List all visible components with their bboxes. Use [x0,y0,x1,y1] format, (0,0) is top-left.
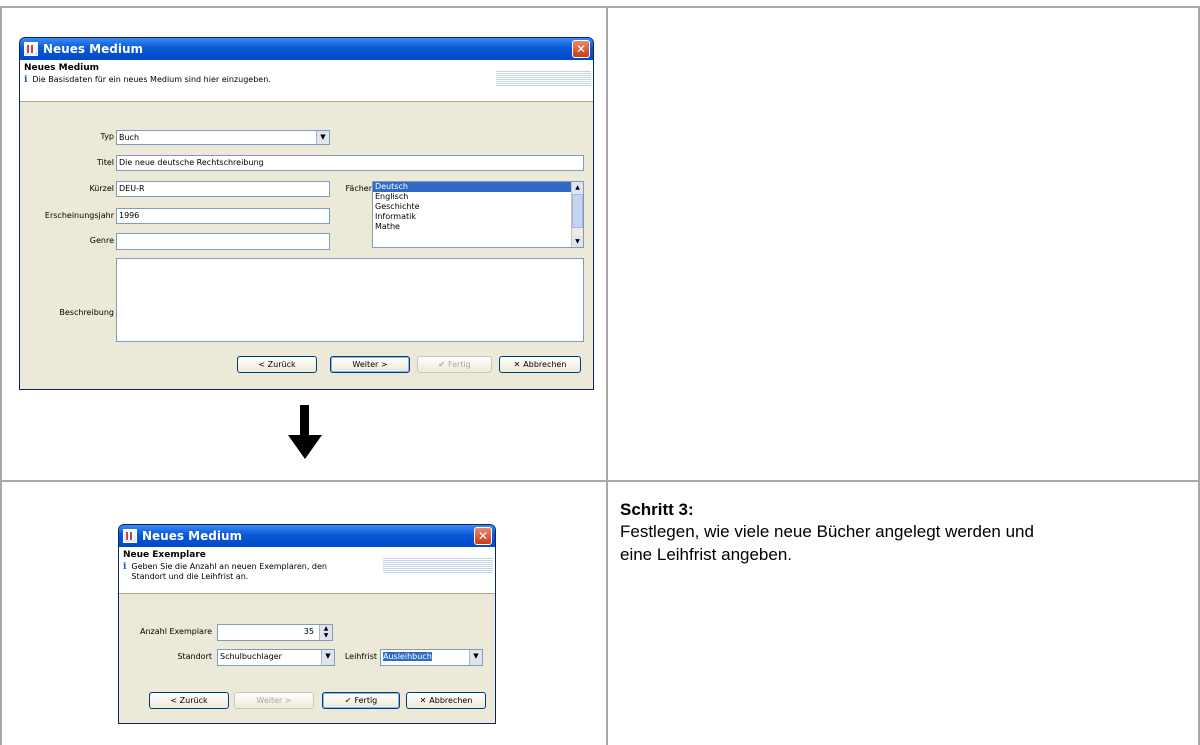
chevron-down-icon[interactable]: ▼ [316,131,329,144]
app-icon [123,529,137,543]
leihfrist-select[interactable]: Ausleihbuch ▼ [380,649,483,666]
dialog-titlebar: Neues Medium ✕ [119,525,495,547]
close-icon[interactable]: ✕ [474,527,492,545]
arrow-down-icon [288,405,322,459]
erscheinungsjahr-input[interactable]: 1996 [116,208,330,224]
info-icon: i [24,75,28,85]
faecher-list[interactable]: Deutsch Englisch Geschichte Informatik M… [372,181,584,248]
scroll-up-icon[interactable]: ▲ [572,182,583,193]
next-button[interactable]: Weiter > [330,356,410,373]
app-icon [24,42,38,56]
typ-select[interactable]: Buch ▼ [116,130,330,145]
header-description-line-2: Standort und die Leihfrist an. [131,572,249,581]
dialog-title: Neues Medium [43,42,144,56]
list-item[interactable]: Geschichte [373,202,583,212]
cancel-icon: ✕ [513,360,521,369]
cancel-button[interactable]: ✕ Abbrechen [499,356,581,373]
checkmark-icon: ✔ [344,696,352,705]
list-item[interactable]: Mathe [373,222,583,232]
table-border-left [0,6,2,745]
beschreibung-label: Beschreibung [59,308,114,317]
step-title: Schritt 3: [620,500,694,519]
header-decoration [383,557,493,573]
header-description-line-1: Geben Sie die Anzahl an neuen Exemplaren… [131,562,328,571]
leihfrist-label: Leihfrist [344,652,377,661]
close-icon[interactable]: ✕ [572,40,590,58]
scroll-down-icon[interactable]: ▼ [572,236,583,247]
standort-label: Standort [177,652,212,661]
info-icon: i [123,562,127,572]
list-item[interactable]: Deutsch [373,182,583,192]
beschreibung-textarea[interactable] [116,258,584,342]
anzahl-spinner[interactable]: 35 ▲ ▼ [217,624,333,641]
new-copies-dialog: Neues Medium ✕ Neue Exemplare i Geben Si… [118,524,496,724]
cancel-button[interactable]: ✕ Abbrechen [406,692,486,709]
step-description: Festlegen, wie viele neue Bücher angeleg… [620,522,1034,564]
table-border-center [606,6,608,745]
cancel-icon: ✕ [419,696,427,705]
dialog-title: Neues Medium [142,529,243,543]
header-decoration [496,70,591,86]
genre-label: Genre [89,236,114,245]
finish-button[interactable]: ✔ Fertig [417,356,492,373]
back-button[interactable]: < Zurück [149,692,229,709]
chevron-down-icon[interactable]: ▼ [321,650,334,665]
erscheinungsjahr-label: Erscheinungsjahr [44,211,114,220]
back-button[interactable]: < Zurück [237,356,317,373]
table-border-top [0,6,1200,8]
list-item[interactable]: Englisch [373,192,583,202]
titel-input[interactable]: Die neue deutsche Rechtschreibung [116,155,584,171]
dialog-header: Neue Exemplare i Geben Sie die Anzahl an… [119,547,495,594]
list-scrollbar[interactable]: ▲ ▼ [571,182,583,247]
scroll-thumb[interactable] [572,194,583,228]
titel-label: Titel [96,158,114,167]
genre-input[interactable] [116,233,330,250]
spinner-arrows-icon[interactable]: ▲ ▼ [319,625,332,640]
kuerzel-label: Kürzel [89,184,114,193]
checkmark-icon: ✔ [438,360,445,369]
kuerzel-input[interactable]: DEU-R [116,181,330,197]
standort-select[interactable]: Schulbuchlager ▼ [217,649,335,666]
list-item[interactable]: Informatik [373,212,583,222]
chevron-down-icon[interactable]: ▼ [469,650,482,665]
dialog-titlebar: Neues Medium ✕ [20,38,593,60]
finish-button[interactable]: ✔ Fertig [322,692,400,709]
table-border-middle [0,480,1200,482]
dialog-header: Neues Medium i Die Basisdaten für ein ne… [20,60,593,102]
typ-label: Typ [100,132,114,141]
next-button[interactable]: Weiter > [234,692,314,709]
faecher-label: Fächer [345,184,372,193]
header-description: Die Basisdaten für ein neues Medium sind… [32,75,271,84]
new-medium-dialog: Neues Medium ✕ Neues Medium i Die Basisd… [19,37,594,390]
anzahl-label: Anzahl Exemplare [140,627,212,636]
